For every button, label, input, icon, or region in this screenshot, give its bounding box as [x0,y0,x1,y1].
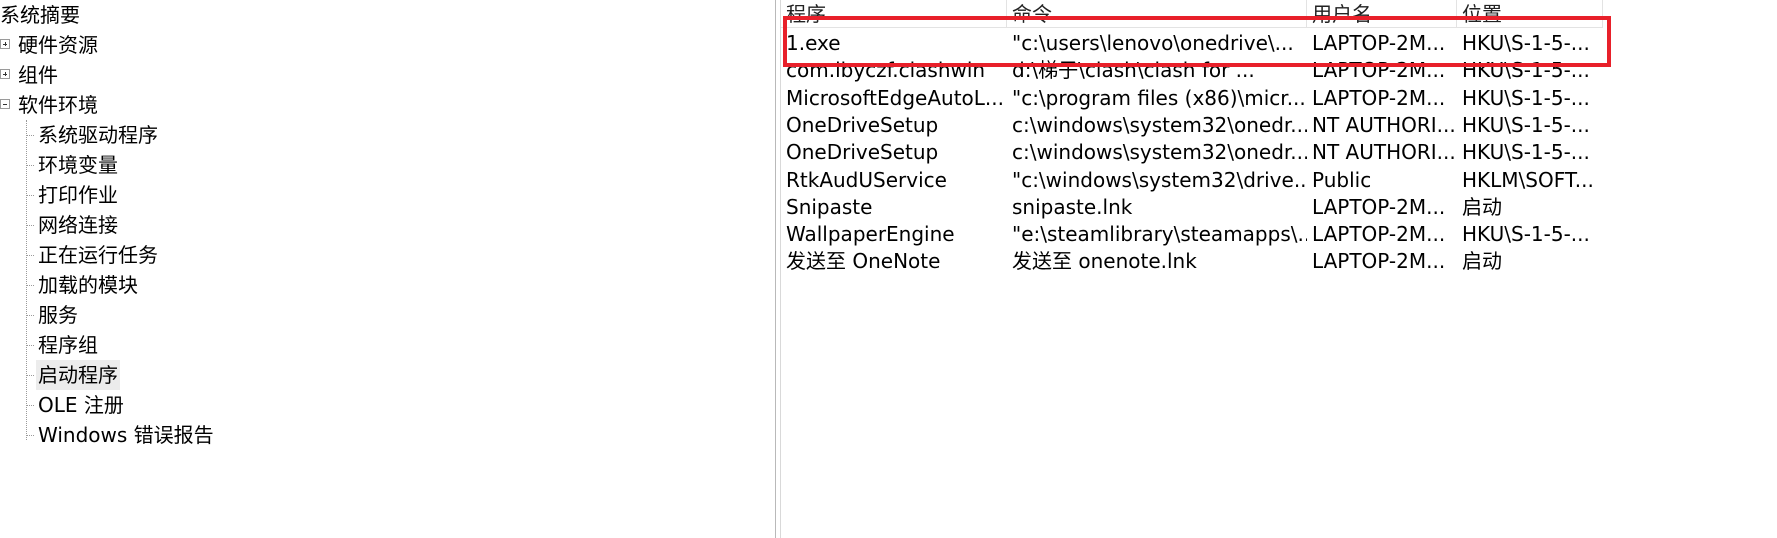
collapse-minus-icon[interactable] [0,99,10,109]
navigation-tree: 系统摘要 硬件资源 组件 软件环境 系统驱动程序 环境变量 打印作业 网络连接 正在运行… [0,0,775,538]
column-header-command[interactable]: 命令 [1007,0,1307,28]
expand-plus-icon[interactable] [0,39,10,49]
tree-leaf-item[interactable]: 网络连接 [36,210,120,240]
tree-leaf-item[interactable]: 程序组 [36,330,100,360]
column-header-user[interactable]: 用户名 [1307,0,1457,28]
tree-leaf-item[interactable]: 加载的模块 [36,270,140,300]
tree-node-label: 组件 [18,63,58,87]
tree-leaf-item[interactable]: Windows 错误报告 [36,420,216,450]
tree-connector-tick [26,135,34,136]
tree-leaf-item[interactable]: 启动程序 [36,360,120,390]
tree-connector-tick [26,255,34,256]
tree-leaf-item[interactable]: 服务 [36,300,80,330]
table-row[interactable]: 发送至 OneNote 发送至 onenote.lnk LAPTOP-2M... 启动 [781,246,1601,277]
tree-leaf-item[interactable]: OLE 注册 [36,390,126,420]
tree-node-software-environment[interactable]: 软件环境 [0,90,98,120]
cell-program: 发送至 OneNote [786,249,941,274]
tree-leaf-item[interactable]: 环境变量 [36,150,120,180]
tree-node-hardware[interactable]: 硬件资源 [0,30,98,60]
cell-command: 发送至 onenote.lnk [1012,249,1197,274]
tree-node-label: 硬件资源 [18,33,98,57]
tree-leaf-item[interactable]: 系统驱动程序 [36,120,160,150]
tree-connector-tick [26,195,34,196]
cell-location: 启动 [1462,249,1502,274]
column-header-location[interactable]: 位置 [1457,0,1603,28]
tree-connector-tick [26,315,34,316]
tree-leaf-item[interactable]: 正在运行任务 [36,240,160,270]
column-header-program[interactable]: 程序 [781,0,1007,28]
tree-connector-tick [26,345,34,346]
tree-node-label: 软件环境 [18,93,98,117]
expand-plus-icon[interactable] [0,69,10,79]
tree-connector-tick [26,165,34,166]
cell-user: LAPTOP-2M... [1312,249,1446,274]
list-header: 程序 命令 用户名 位置 [781,0,1603,28]
tree-connector-tick [26,375,34,376]
tree-connector-tick [26,405,34,406]
tree-connector-tick [26,225,34,226]
tree-leaf-item[interactable]: 打印作业 [36,180,120,210]
tree-connector-line [26,120,27,440]
tree-node-components[interactable]: 组件 [0,60,58,90]
tree-root-system-summary[interactable]: 系统摘要 [0,0,80,30]
tree-connector-tick [26,435,34,436]
startup-programs-list: 程序 命令 用户名 位置 1.exe "c:\users\lenovo\onedr… [781,0,1777,538]
tree-connector-tick [26,285,34,286]
